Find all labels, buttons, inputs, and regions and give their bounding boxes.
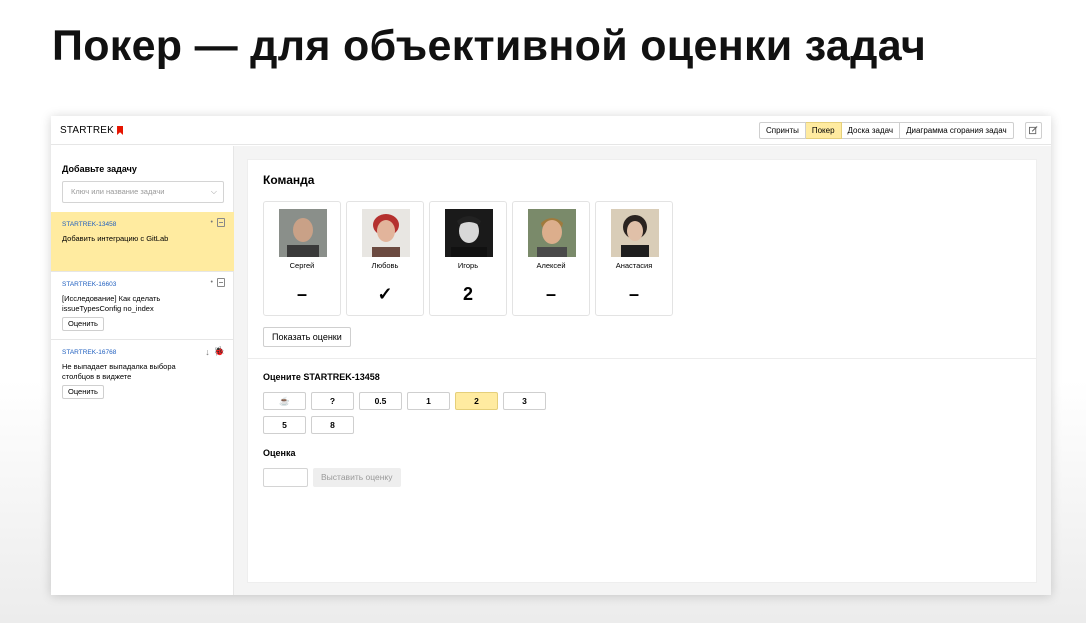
- task-key[interactable]: STARTREK-13458: [62, 221, 116, 228]
- estimate-button[interactable]: Оценить: [62, 317, 104, 331]
- member-name: Игорь: [457, 261, 479, 270]
- member-card: Анастасия –: [595, 201, 673, 316]
- tab-task-board[interactable]: Доска задач: [841, 122, 901, 139]
- avatar: [279, 209, 327, 257]
- member-name: Анастасия: [615, 261, 653, 270]
- arrow-down-icon: ↓: [205, 346, 210, 357]
- member-card: Алексей –: [512, 201, 590, 316]
- task-type-icon: [217, 278, 225, 287]
- top-bar: STARTREK Спринты Покер Доска задач Диагр…: [51, 116, 1051, 145]
- avatar: [611, 209, 659, 257]
- logo[interactable]: STARTREK: [60, 125, 124, 136]
- vote-option-button[interactable]: 0.5: [359, 392, 402, 410]
- member-name: Любовь: [371, 261, 399, 270]
- bug-icon: 🐞: [213, 346, 225, 356]
- search-placeholder: Ключ или название задачи: [71, 187, 165, 196]
- task-key[interactable]: STARTREK-16603: [62, 281, 116, 288]
- task-title: [Исследование] Как сделать issueTypesCon…: [62, 294, 161, 313]
- estimate-button[interactable]: Оценить: [62, 385, 104, 399]
- rate-title: Оцените STARTREK-13458: [263, 372, 380, 382]
- edit-icon: [1029, 126, 1038, 135]
- avatar: [528, 209, 576, 257]
- task-search-input[interactable]: Ключ или название задачи ⌵: [62, 181, 224, 203]
- nav-tabs: Спринты Покер Доска задач Диаграмма сгор…: [759, 122, 1014, 139]
- vote-coffee-button[interactable]: ☕: [263, 392, 306, 410]
- task-key[interactable]: STARTREK-16768: [62, 349, 116, 356]
- member-card: Любовь ✓: [346, 201, 424, 316]
- member-vote: –: [545, 284, 556, 304]
- bookmark-flag-icon: [117, 126, 124, 135]
- tab-burndown-chart[interactable]: Диаграмма сгорания задач: [900, 122, 1014, 139]
- member-card: Сергей –: [263, 201, 341, 316]
- task-icons: •: [211, 218, 225, 227]
- score-title: Оценка: [263, 448, 296, 458]
- vote-option-button[interactable]: 1: [407, 392, 450, 410]
- divider: [248, 358, 1036, 359]
- vote-option-button[interactable]: 3: [503, 392, 546, 410]
- member-vote: –: [628, 284, 639, 304]
- chevron-down-icon[interactable]: ⌵: [211, 182, 217, 202]
- slide-title: Покер — для объективной оценки задач: [52, 22, 927, 70]
- coffee-cup-icon: ☕: [279, 396, 290, 406]
- member-vote: ✓: [377, 284, 393, 304]
- edit-button[interactable]: [1025, 122, 1042, 139]
- show-votes-button[interactable]: Показать оценки: [263, 327, 351, 347]
- vote-option-button[interactable]: 5: [263, 416, 306, 434]
- avatar: [362, 209, 410, 257]
- task-icons: •: [211, 278, 225, 287]
- avatar: [445, 209, 493, 257]
- vote-option-button[interactable]: ?: [311, 392, 354, 410]
- member-vote: 2: [462, 284, 473, 304]
- task-item[interactable]: STARTREK-16768 Не выпадает выпадалка выб…: [51, 340, 234, 400]
- vote-option-button-selected[interactable]: 2: [455, 392, 498, 410]
- task-item[interactable]: STARTREK-16603 [Исследование] Как сделат…: [51, 272, 234, 340]
- sidebar: Добавьте задачу Ключ или название задачи…: [51, 146, 234, 595]
- task-type-icon: [217, 218, 225, 227]
- member-vote: –: [296, 284, 307, 304]
- logo-text: STARTREK: [60, 125, 115, 136]
- task-item[interactable]: STARTREK-13458 Добавить интеграцию с Git…: [51, 212, 234, 272]
- submit-score-button[interactable]: Выставить оценку: [313, 468, 401, 487]
- tab-sprints[interactable]: Спринты: [759, 122, 806, 139]
- vote-option-button[interactable]: 8: [311, 416, 354, 434]
- task-title: Не выпадает выпадалка выбора столбцов в …: [62, 362, 176, 381]
- team-title: Команда: [263, 173, 315, 187]
- member-card: Игорь 2: [429, 201, 507, 316]
- main-panel: Команда Сергей – Любовь ✓ Игорь 2 Алексе…: [248, 160, 1036, 582]
- member-name: Алексей: [536, 261, 566, 270]
- priority-dot-icon: •: [210, 219, 213, 226]
- tab-poker[interactable]: Покер: [805, 122, 842, 139]
- task-title: Добавить интеграцию с GitLab: [62, 234, 169, 243]
- sidebar-title: Добавьте задачу: [62, 164, 137, 174]
- app-window: STARTREK Спринты Покер Доска задач Диагр…: [51, 116, 1051, 595]
- task-icons: ↓ 🐞: [205, 346, 225, 357]
- priority-dot-icon: •: [210, 279, 213, 286]
- score-input[interactable]: [263, 468, 308, 487]
- member-name: Сергей: [289, 261, 315, 270]
